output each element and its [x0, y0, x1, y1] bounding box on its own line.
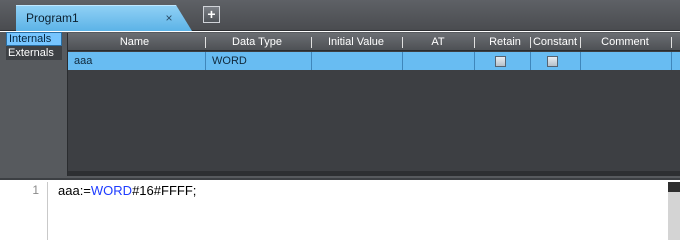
- table-row[interactable]: aaa WORD: [68, 52, 680, 70]
- code-text-prefix: aaa:=: [58, 183, 91, 198]
- line-number: 1: [32, 183, 39, 197]
- variables-panel: Internals Externals Name Data Type Initi…: [0, 32, 680, 180]
- line-number-gutter: 1: [0, 182, 48, 240]
- scrollbar-thumb[interactable]: [668, 182, 680, 192]
- variables-grid: Name Data Type Initial Value AT Retain C…: [67, 33, 680, 176]
- tab-bar: Program1 × +: [0, 0, 680, 31]
- tab-externals[interactable]: Externals: [6, 46, 62, 60]
- cell-retain: [475, 52, 531, 70]
- grid-header: Name Data Type Initial Value AT Retain C…: [68, 33, 680, 51]
- column-separator: [671, 37, 672, 48]
- close-icon[interactable]: ×: [162, 11, 176, 25]
- checkbox-unchecked-icon[interactable]: [547, 56, 558, 67]
- column-header-at[interactable]: AT: [403, 33, 473, 51]
- cell-initial-value[interactable]: [312, 52, 403, 70]
- cell-data-type[interactable]: WORD: [206, 52, 312, 70]
- column-header-data-type[interactable]: Data Type: [206, 33, 308, 51]
- column-header-name[interactable]: Name: [68, 33, 201, 51]
- variable-scope-tabs: Internals Externals: [6, 32, 62, 60]
- grid-bottom-bar: [68, 171, 680, 176]
- code-text-suffix: #16#FFFF;: [132, 183, 197, 198]
- column-header-retain[interactable]: Retain: [475, 33, 535, 51]
- tab-internals[interactable]: Internals: [6, 32, 62, 46]
- cell-constant: [531, 52, 581, 70]
- code-editor[interactable]: 1 aaa:=WORD#16#FFFF;: [0, 182, 680, 240]
- code-keyword: WORD: [90, 183, 133, 198]
- cell-extra: [672, 52, 680, 70]
- checkbox-unchecked-icon[interactable]: [495, 56, 506, 67]
- tab-label: Program1: [26, 11, 79, 25]
- cell-name[interactable]: aaa: [68, 52, 206, 70]
- column-header-constant[interactable]: Constant: [531, 33, 579, 51]
- column-header-comment[interactable]: Comment: [581, 33, 669, 51]
- cell-comment[interactable]: [581, 52, 672, 70]
- column-header-initial-value[interactable]: Initial Value: [312, 33, 400, 51]
- add-tab-button[interactable]: +: [203, 6, 220, 23]
- tab-program1[interactable]: Program1 ×: [16, 5, 192, 31]
- cell-at[interactable]: [403, 52, 475, 70]
- code-line[interactable]: aaa:=WORD#16#FFFF;: [58, 183, 196, 198]
- vertical-scrollbar[interactable]: [668, 182, 680, 240]
